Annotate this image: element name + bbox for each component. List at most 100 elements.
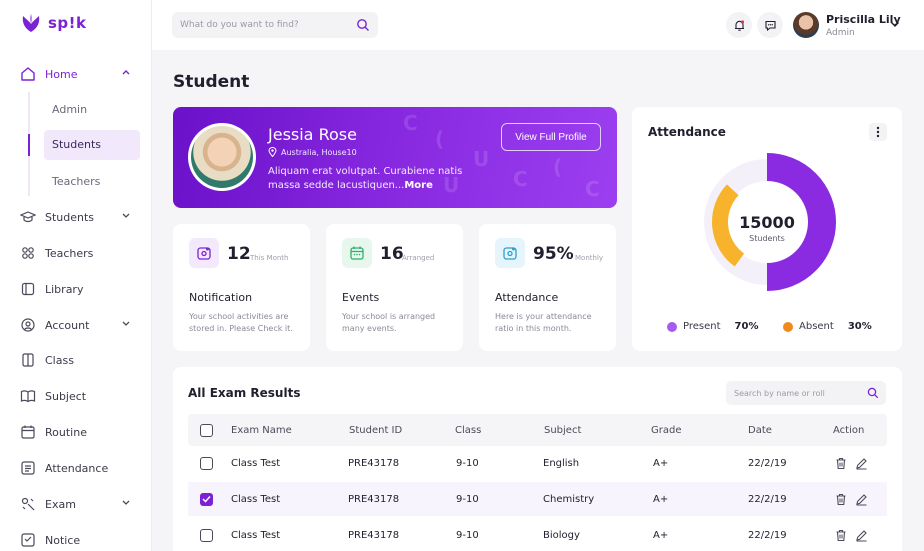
sidebar-item-teachers[interactable]: Teachers [20,241,140,265]
chevron-down-icon [120,496,132,508]
legend-dot [667,321,677,332]
stat-card-events: 16 Arranged Events Your school is arrang… [326,224,463,351]
calendar-icon [20,424,36,440]
sidebar-item-library[interactable]: Library [20,277,140,301]
check-icon [202,495,211,503]
graduation-cap-icon [20,209,36,225]
profile-location-text: Australia, House10 [281,147,357,157]
table-row[interactable]: Class Test PRE43178 9-10 Chemistry A+ 22… [188,482,887,516]
legend-absent: Absent 30% [783,321,872,332]
sidebar-item-label: Home [45,67,78,81]
cell-exam-name: Class Test [231,493,281,505]
cell-grade: A+ [653,493,669,505]
table-row[interactable]: Class Test PRE43178 9-10 English A+ 22/2… [188,446,887,480]
chat-icon [764,19,777,32]
decor-shape: C [513,167,528,191]
search-icon[interactable] [356,18,370,32]
cell-grade: A+ [653,457,669,469]
profile-name: Jessia Rose [268,125,357,144]
results-search-input[interactable] [734,388,862,398]
sidebar-item-students[interactable]: Students [20,205,140,229]
sidebar-item-label: Teachers [45,246,94,260]
stat-description: Your school activities are stored in. Pl… [189,312,293,333]
people-icon [20,245,36,261]
cell-class: 9-10 [456,493,479,505]
view-full-profile-button[interactable]: View Full Profile [501,123,601,151]
delete-icon[interactable] [835,529,847,542]
notification-icon [189,238,219,268]
stat-card-attendance: 95% Monthly Attendance Here is your atte… [479,224,616,351]
cell-subject: English [543,457,580,469]
cell-subject: Biology [543,529,580,541]
delete-icon[interactable] [835,457,847,470]
search-input[interactable] [180,20,350,30]
page-title: Student [173,72,250,92]
profile-location: Australia, House10 [268,147,357,157]
notification-button[interactable] [726,12,752,38]
sidebar-item-notice[interactable]: Notice [20,528,140,551]
column-header: Grade [651,424,682,436]
edit-icon[interactable] [855,529,868,542]
cell-date: 22/2/19 [748,493,787,505]
stat-title: Events [342,291,380,304]
column-header: Student ID [349,424,403,436]
profile-description: Aliquam erat volutpat. Curabiene natis m… [268,165,468,193]
sidebar-subitem-students[interactable]: Students [44,130,140,160]
decor-shape: ( [553,155,563,179]
cell-date: 22/2/19 [748,529,787,541]
edit-icon[interactable] [855,457,868,470]
kebab-icon [876,126,880,138]
legend-label: Present [683,321,721,332]
logo[interactable]: sp!k [20,12,86,34]
more-options-button[interactable] [869,123,887,141]
location-pin-icon [268,147,277,157]
cell-exam-name: Class Test [231,457,281,469]
legend-value: 30% [847,321,872,332]
row-checkbox[interactable] [200,456,213,470]
select-all-checkbox[interactable] [200,423,213,437]
avatar[interactable] [793,12,819,38]
cell-class: 9-10 [456,457,479,469]
sidebar-item-attendance[interactable]: Attendance [20,456,140,480]
sidebar-item-label: Subject [45,389,87,403]
logo-text: sp!k [48,14,87,32]
sidebar-item-exam[interactable]: Exam [20,492,140,516]
cell-grade: A+ [653,529,669,541]
sidebar-item-label: Notice [45,533,81,547]
delete-icon[interactable] [835,493,847,506]
edit-icon[interactable] [855,493,868,506]
stat-unit: Arranged [402,254,435,262]
search-icon[interactable] [867,387,879,399]
home-icon [20,66,36,82]
sidebar-item-routine[interactable]: Routine [20,420,140,444]
donut-total-label: Students [749,234,785,243]
sidebar-item-home[interactable]: Home [20,62,140,86]
class-icon [20,352,36,368]
sidebar-item-label: Library [45,282,84,296]
logo-mark-icon [20,12,42,34]
sidebar-item-class[interactable]: Class [20,348,140,372]
sidebar-subitem-teachers[interactable]: Teachers [52,170,100,194]
submenu-rail-active [28,134,30,156]
column-header: Class [455,424,482,436]
global-search [172,12,378,38]
row-checkbox[interactable] [200,528,213,542]
cell-student-id: PRE43178 [348,529,400,541]
decor-shape: ( [435,127,445,151]
column-header: Action [833,424,865,436]
stat-value: 12 [227,244,251,264]
more-link[interactable]: More [404,180,433,191]
decor-shape: C [403,111,418,135]
messages-button[interactable] [757,12,783,38]
row-checkbox[interactable] [200,492,213,506]
cell-exam-name: Class Test [231,529,281,541]
sidebar-item-account[interactable]: Account [20,313,140,337]
chevron-down-icon [120,317,132,329]
bell-icon [733,19,746,32]
legend-dot [783,321,793,332]
sidebar-item-subject[interactable]: Subject [20,384,140,408]
table-row[interactable]: Class Test PRE43178 9-10 Biology A+ 22/2… [188,518,887,551]
donut-total: 15000 [739,213,795,232]
sidebar-subitem-admin[interactable]: Admin [52,98,87,122]
chevron-down-icon[interactable] [889,18,901,30]
